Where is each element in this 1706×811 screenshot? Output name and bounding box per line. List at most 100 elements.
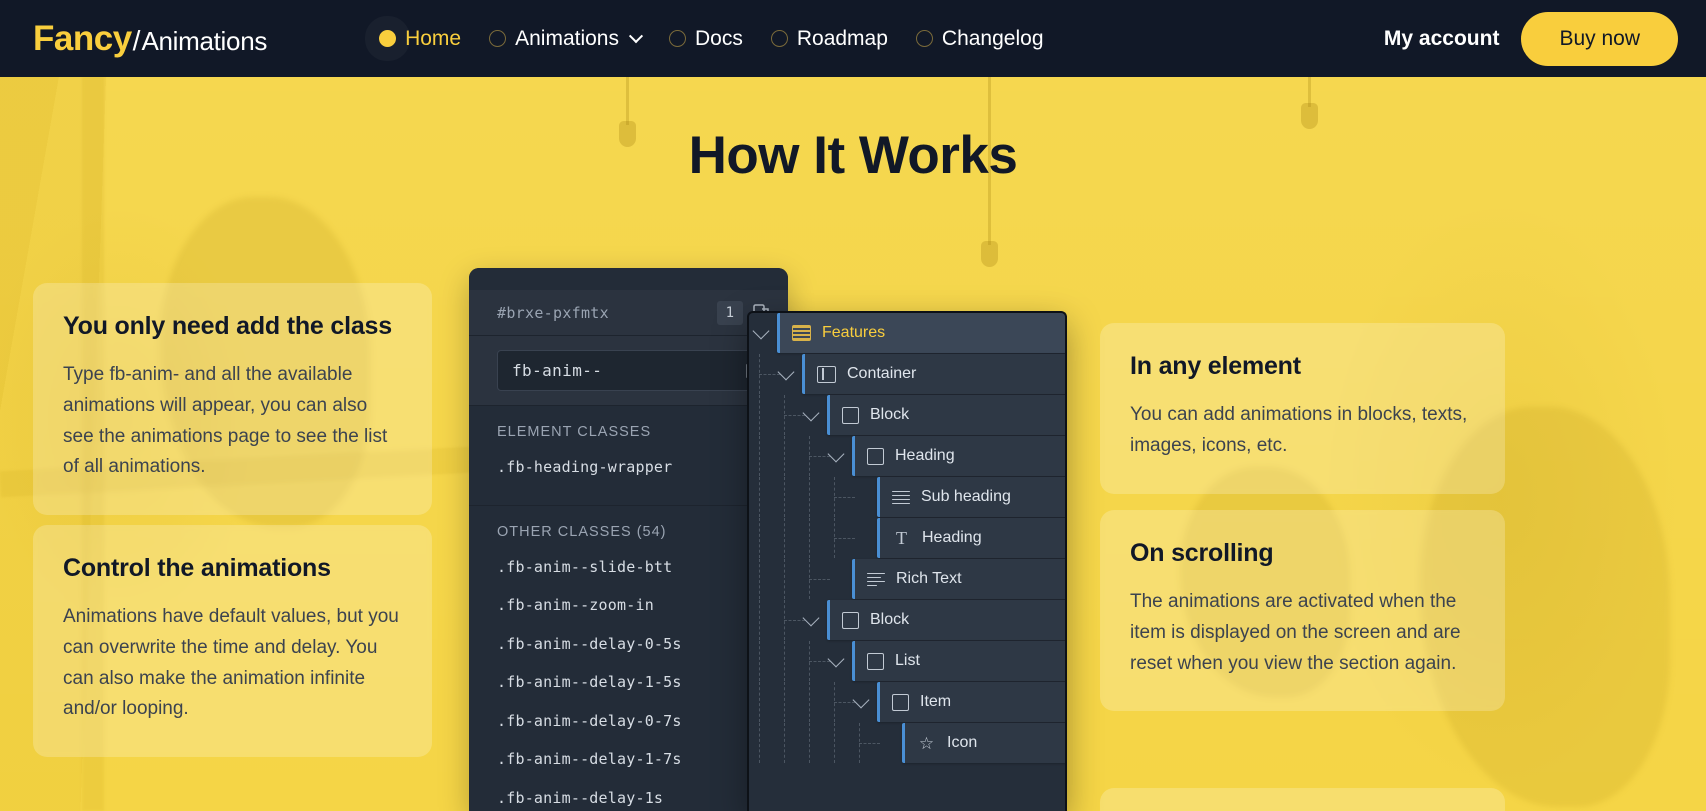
- tree-node[interactable]: Sub heading: [877, 477, 1067, 517]
- tree-node[interactable]: Rich Text: [852, 559, 1067, 599]
- chevron-down-icon[interactable]: [803, 610, 820, 627]
- feature-card: In any element You can add animations in…: [1100, 323, 1505, 494]
- tree-row[interactable]: Sub heading: [749, 477, 1065, 517]
- tree-row[interactable]: Rich Text: [749, 559, 1065, 599]
- element-class-item[interactable]: .fb-heading-wrapper: [497, 456, 772, 479]
- tree-row[interactable]: Container: [749, 354, 1065, 394]
- site-header: Fancy / Animations Home Animations Docs …: [0, 0, 1706, 77]
- tree-guide-horizontal: [834, 702, 855, 703]
- circle-dot-icon: [379, 30, 396, 47]
- square-icon: [842, 612, 859, 629]
- brand-logo[interactable]: Fancy / Animations: [33, 19, 267, 59]
- chevron-down-icon[interactable]: [828, 651, 845, 668]
- tree-row[interactable]: ☆Icon: [749, 723, 1065, 763]
- feature-card-body: Type fb-anim- and all the available anim…: [63, 360, 402, 483]
- other-class-item[interactable]: .fb-anim--slide-btt: [497, 556, 772, 579]
- tree-node[interactable]: Block: [827, 395, 1067, 435]
- tree-guide-horizontal: [834, 538, 855, 539]
- tree-guide-vertical: [759, 395, 760, 435]
- other-class-item[interactable]: .fb-anim--zoom-in: [497, 594, 772, 617]
- chevron-down-icon[interactable]: [778, 364, 795, 381]
- buy-now-button[interactable]: Buy now: [1521, 12, 1678, 66]
- tree-row[interactable]: Item: [749, 682, 1065, 722]
- square-icon: [867, 653, 884, 670]
- feature-card-body: Animations have default values, but you …: [63, 602, 402, 725]
- my-account-link[interactable]: My account: [1384, 27, 1500, 51]
- tree-node[interactable]: Block: [827, 600, 1067, 640]
- element-classes-label: ELEMENT CLASSES: [497, 424, 772, 440]
- tree-node-label: Block: [870, 406, 909, 424]
- other-class-item[interactable]: .fb-anim--delay-1s: [497, 787, 772, 810]
- tree-guide-horizontal: [809, 456, 830, 457]
- feature-card-heading: On scrolling: [1130, 539, 1475, 568]
- tree-node[interactable]: List: [852, 641, 1067, 681]
- tree-guide-vertical: [784, 395, 785, 435]
- feature-card-heading: In any element: [1130, 352, 1475, 381]
- tree-row[interactable]: THeading: [749, 518, 1065, 558]
- chevron-down-icon[interactable]: [828, 446, 845, 463]
- other-classes-label: OTHER CLASSES (54): [497, 524, 772, 540]
- circle-outline-icon: [669, 30, 686, 47]
- page-title: How It Works: [0, 125, 1706, 186]
- element-id-label: #brxe-pxfmtx: [497, 304, 717, 322]
- circle-outline-icon: [489, 30, 506, 47]
- text-T-icon: T: [892, 529, 911, 548]
- nav-item-changelog[interactable]: Changelog: [916, 27, 1044, 51]
- other-class-item[interactable]: .fb-anim--delay-0-7s: [497, 710, 772, 733]
- class-search-input[interactable]: fb-anim--: [497, 350, 772, 391]
- chevron-down-icon[interactable]: [853, 692, 870, 709]
- nav-item-home[interactable]: Home: [379, 27, 461, 51]
- nav-item-docs[interactable]: Docs: [669, 27, 743, 51]
- tree-node[interactable]: ☆Icon: [902, 723, 1067, 763]
- nav-item-animations[interactable]: Animations: [489, 27, 641, 51]
- tree-guide-vertical: [759, 354, 760, 394]
- class-editor-panel: #brxe-pxfmtx 1 fb-anim-- ELEMENT CLASSES…: [469, 268, 788, 811]
- tree-guide-vertical: [809, 682, 810, 722]
- tree-guide-vertical: [759, 477, 760, 517]
- tree-guide-vertical: [834, 723, 835, 763]
- other-classes-section: OTHER CLASSES (54) .fb-anim--slide-btt .…: [469, 506, 788, 811]
- tree-row[interactable]: Features: [749, 313, 1065, 353]
- tree-guide-horizontal: [809, 579, 830, 580]
- feature-card-heading: Control the animations: [63, 554, 402, 583]
- chevron-down-icon[interactable]: [753, 323, 770, 340]
- tree-guide-vertical: [784, 518, 785, 558]
- tree-guide-vertical: [784, 682, 785, 722]
- feature-card-body: You can add animations in blocks, texts,…: [1130, 400, 1475, 462]
- decor-bulb-right: [1308, 77, 1311, 107]
- tree-guide-horizontal: [834, 497, 855, 498]
- other-class-item[interactable]: .fb-anim--delay-1-5s: [497, 671, 772, 694]
- nav-label: Roadmap: [797, 27, 888, 51]
- tree-node-label: Item: [920, 693, 951, 711]
- decor-bulb-left: [626, 77, 629, 125]
- tree-guide-vertical: [759, 641, 760, 681]
- tree-node-label: Icon: [947, 734, 977, 752]
- tree-guide-vertical: [809, 477, 810, 517]
- other-class-item[interactable]: .fb-anim--delay-1-7s: [497, 748, 772, 771]
- other-class-item[interactable]: .fb-anim--delay-0-5s: [497, 633, 772, 656]
- tree-node[interactable]: Item: [877, 682, 1067, 722]
- tree-node[interactable]: THeading: [877, 518, 1067, 558]
- tree-guide-vertical: [784, 436, 785, 476]
- tree-row[interactable]: List: [749, 641, 1065, 681]
- tree-guide-vertical: [784, 641, 785, 681]
- tree-row[interactable]: Block: [749, 395, 1065, 435]
- nav-item-roadmap[interactable]: Roadmap: [771, 27, 888, 51]
- container-icon: [817, 366, 836, 383]
- nav-label: Animations: [515, 27, 619, 51]
- tree-row[interactable]: Heading: [749, 436, 1065, 476]
- tree-node[interactable]: Features: [777, 313, 1067, 353]
- nav-label: Changelog: [942, 27, 1044, 51]
- panel-topbar: [469, 268, 788, 290]
- square-icon: [892, 694, 909, 711]
- chevron-down-icon[interactable]: [803, 405, 820, 422]
- circle-outline-icon: [771, 30, 788, 47]
- element-id-row: #brxe-pxfmtx 1: [469, 290, 788, 336]
- tree-guide-vertical: [834, 682, 835, 722]
- tree-guide-vertical: [784, 723, 785, 763]
- brand-name-sub: Animations: [141, 26, 267, 57]
- feature-card-body: The animations are activated when the it…: [1130, 587, 1475, 679]
- tree-row[interactable]: Block: [749, 600, 1065, 640]
- tree-node[interactable]: Heading: [852, 436, 1067, 476]
- tree-node[interactable]: Container: [802, 354, 1067, 394]
